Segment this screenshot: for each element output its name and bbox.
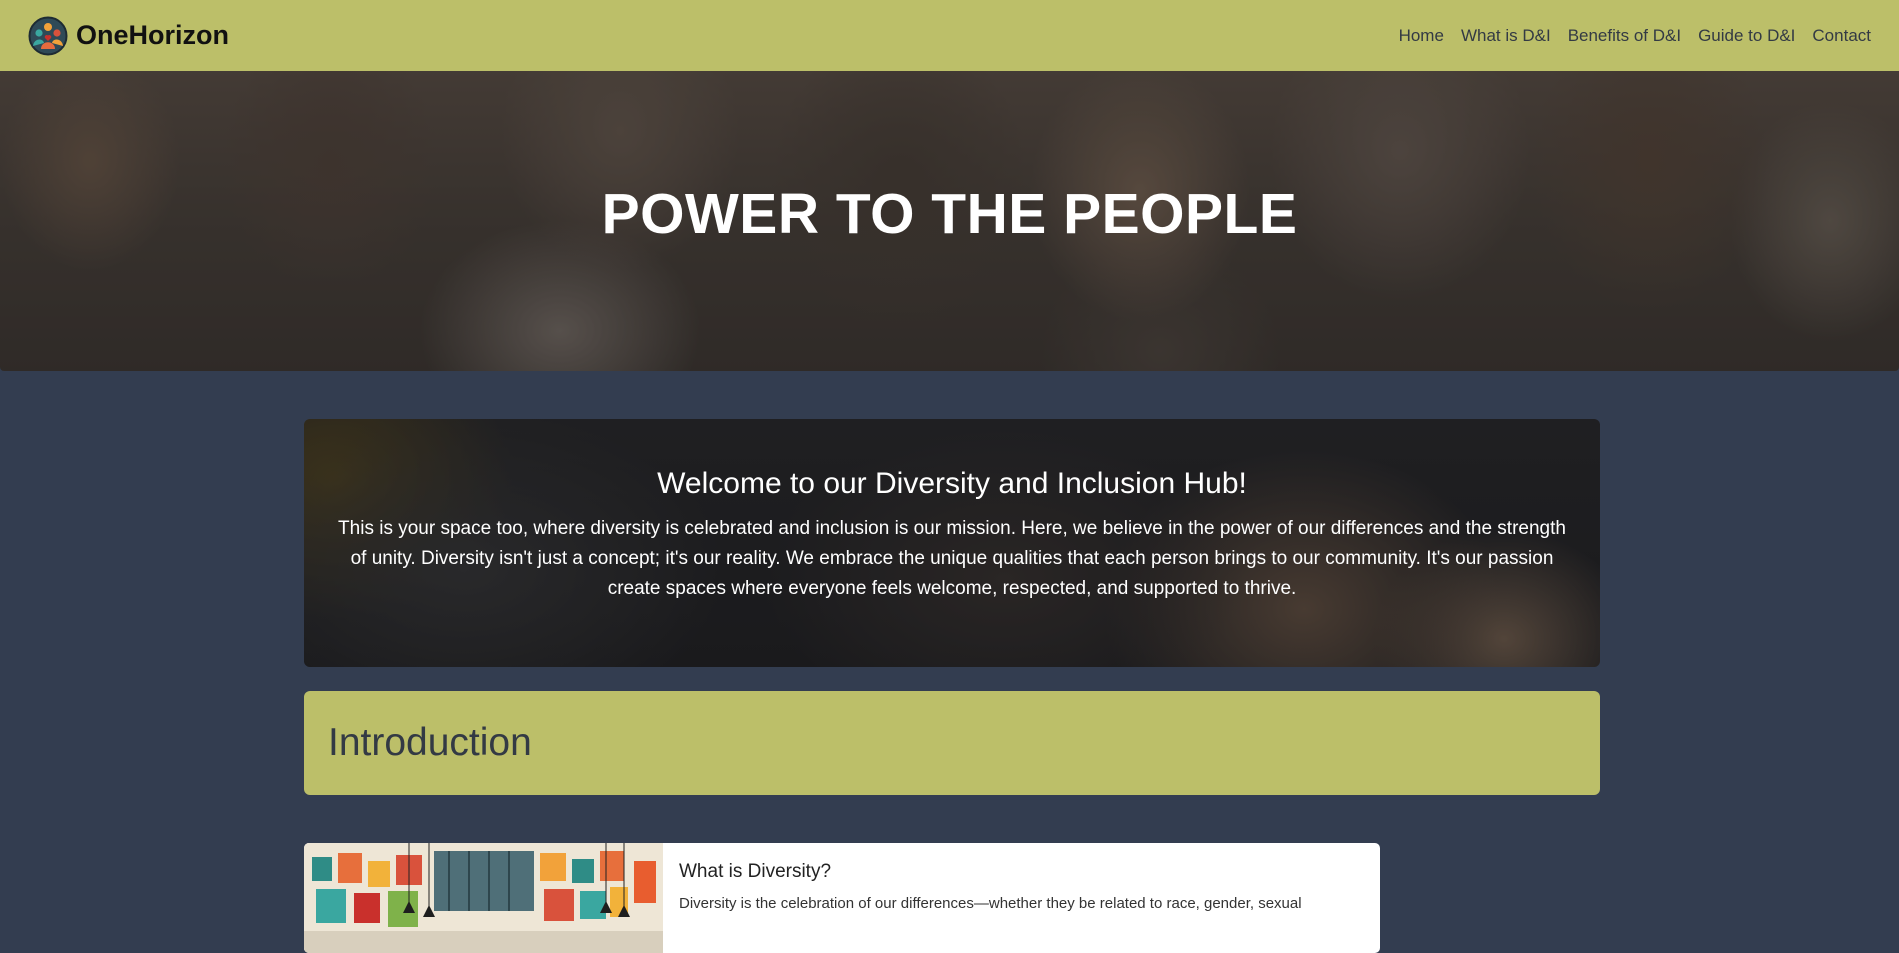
introduction-banner: Introduction bbox=[304, 691, 1600, 795]
welcome-card: Welcome to our Diversity and Inclusion H… bbox=[304, 419, 1600, 667]
hero-title: POWER TO THE PEOPLE bbox=[601, 182, 1298, 246]
hero-banner: POWER TO THE PEOPLE bbox=[0, 71, 1899, 371]
nav-link-benefits-of-di[interactable]: Benefits of D&I bbox=[1568, 26, 1681, 46]
nav-link-home[interactable]: Home bbox=[1399, 26, 1444, 46]
welcome-text: This is your space too, where diversity … bbox=[338, 518, 1566, 599]
nav-link-guide-to-di[interactable]: Guide to D&I bbox=[1698, 26, 1795, 46]
what-is-diversity-card: What is Diversity? Diversity is the cele… bbox=[304, 843, 1380, 953]
diversity-card-title: What is Diversity? bbox=[679, 861, 832, 882]
brand[interactable]: OneHorizon bbox=[28, 16, 229, 56]
navbar: OneHorizon Home What is D&I Benefits of … bbox=[0, 0, 1899, 71]
nav-link-contact[interactable]: Contact bbox=[1812, 26, 1871, 46]
people-circle-logo-icon bbox=[28, 16, 68, 55]
diversity-card-body: What is Diversity? Diversity is the cele… bbox=[679, 861, 1360, 915]
nav-link-what-is-di[interactable]: What is D&I bbox=[1461, 26, 1551, 46]
art-gallery-illustration bbox=[304, 843, 663, 953]
diversity-card-image bbox=[304, 843, 663, 953]
welcome-title: Welcome to our Diversity and Inclusion H… bbox=[657, 467, 1247, 500]
nav-links: Home What is D&I Benefits of D&I Guide t… bbox=[1399, 26, 1871, 46]
brand-name: OneHorizon bbox=[76, 20, 229, 50]
introduction-title: Introduction bbox=[328, 721, 532, 764]
diversity-card-text: Diversity is the celebration of our diff… bbox=[679, 895, 1302, 912]
